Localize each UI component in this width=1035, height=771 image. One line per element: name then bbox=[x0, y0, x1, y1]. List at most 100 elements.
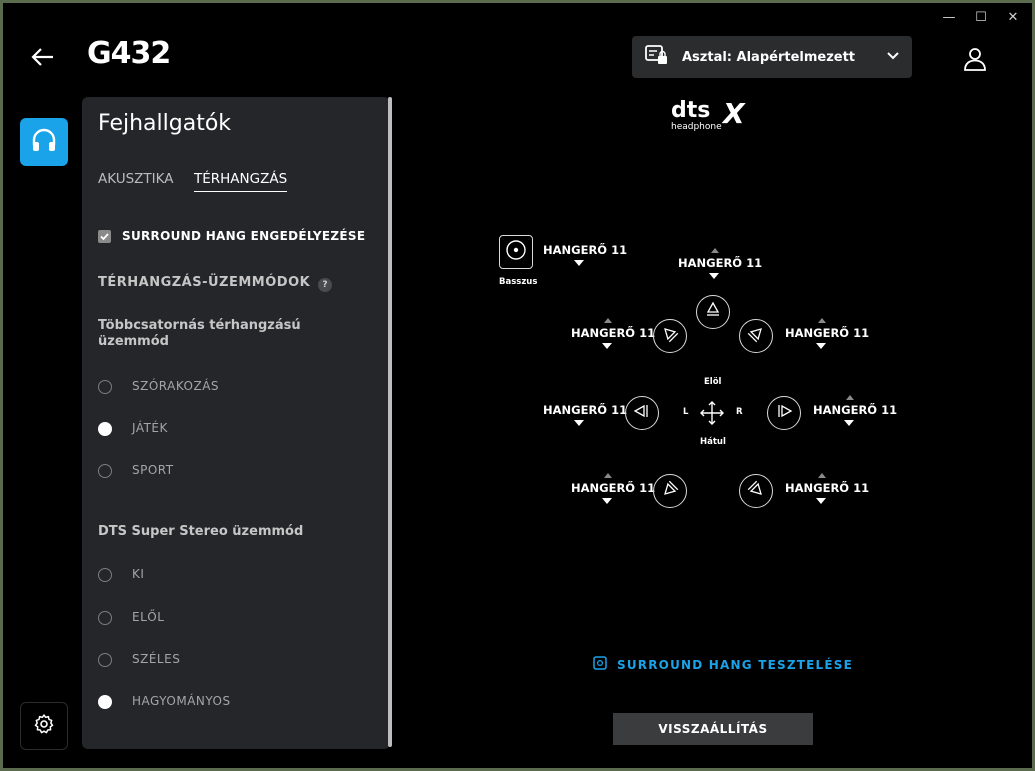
bass-volume-down[interactable] bbox=[574, 260, 584, 266]
left-label: L bbox=[683, 407, 689, 417]
dts-logo-subtext: headphone bbox=[671, 122, 722, 132]
radio-off[interactable] bbox=[98, 568, 112, 582]
dts-logo-x: X bbox=[721, 97, 746, 130]
rear-left-speaker-button[interactable] bbox=[653, 474, 687, 508]
radio-traditional[interactable] bbox=[98, 695, 112, 709]
front-label: Elöl bbox=[704, 377, 722, 387]
bass-volume-text: HANGERŐ 11 bbox=[543, 243, 628, 257]
test-surround-link[interactable]: SURROUND HANG TESZTELÉSE bbox=[593, 655, 853, 674]
radio-game[interactable] bbox=[98, 422, 112, 436]
minimize-button[interactable]: — bbox=[939, 9, 959, 27]
side-left-volume-text: HANGERŐ 11 bbox=[543, 403, 628, 417]
test-surround-label: SURROUND HANG TESZTELÉSE bbox=[617, 657, 853, 672]
desktop-profile-icon bbox=[644, 44, 668, 70]
surround-enable-checkbox[interactable] bbox=[98, 230, 111, 243]
speaker-cone-icon bbox=[703, 300, 723, 324]
chevron-down-icon bbox=[886, 48, 900, 67]
rear-right-volume: HANGERŐ 11 bbox=[785, 473, 875, 513]
center-volume-down[interactable] bbox=[709, 273, 719, 279]
surround-modes-heading: TÉRHANGZÁS-ÜZEMMÓDOK bbox=[98, 275, 311, 290]
speaker-cone-icon bbox=[660, 324, 680, 348]
speaker-cone-icon bbox=[746, 324, 766, 348]
rear-right-volume-text: HANGERŐ 11 bbox=[785, 481, 870, 495]
side-left-speaker-button[interactable] bbox=[625, 396, 659, 430]
device-title: G432 bbox=[87, 36, 171, 71]
center-speaker-button[interactable] bbox=[696, 295, 730, 329]
front-left-volume-text: HANGERŐ 11 bbox=[571, 326, 656, 340]
subwoofer-icon bbox=[504, 238, 528, 266]
speaker-test-icon bbox=[593, 655, 607, 674]
rear-left-volume-down[interactable] bbox=[602, 498, 612, 504]
center-volume-text: HANGERŐ 11 bbox=[678, 256, 763, 270]
settings-panel: Fejhallgatók AKUSZTIKA TÉRHANGZÁS SURROU… bbox=[82, 97, 390, 749]
rear-right-volume-up[interactable] bbox=[818, 473, 826, 478]
radio-traditional-label: HAGYOMÁNYOS bbox=[132, 694, 231, 708]
radio-front-label: ELŐL bbox=[132, 610, 165, 624]
profile-label: Asztal: Alapértelmezett bbox=[682, 49, 856, 65]
speaker-cone-icon bbox=[660, 479, 680, 503]
rear-left-volume-up[interactable] bbox=[604, 473, 612, 478]
tab-surround[interactable]: TÉRHANGZÁS bbox=[194, 171, 288, 192]
front-left-volume: HANGERŐ 11 bbox=[571, 318, 661, 358]
gear-icon bbox=[33, 713, 55, 739]
multichannel-heading: Többcsatornás térhangzású üzemmód bbox=[98, 318, 301, 349]
move-arrows-icon bbox=[699, 400, 725, 430]
side-right-speaker-button[interactable] bbox=[767, 396, 801, 430]
bass-label: Basszus bbox=[499, 277, 538, 287]
app-window: — ☐ ✕ G432 Asztal: Alapértelmezett Fejha… bbox=[3, 3, 1032, 768]
dts-stereo-heading: DTS Super Stereo üzemmód bbox=[98, 524, 304, 539]
front-right-volume: HANGERŐ 11 bbox=[785, 318, 875, 358]
tab-acoustics[interactable]: AKUSZTIKA bbox=[98, 171, 174, 191]
back-arrow-icon[interactable] bbox=[29, 43, 57, 71]
reset-button[interactable]: VISSZAÁLLÍTÁS bbox=[613, 713, 813, 745]
rear-right-volume-down[interactable] bbox=[816, 498, 826, 504]
rear-left-volume-text: HANGERŐ 11 bbox=[571, 481, 656, 495]
radio-wide-label: SZÉLES bbox=[132, 652, 181, 666]
front-left-speaker-button[interactable] bbox=[653, 319, 687, 353]
rear-left-volume: HANGERŐ 11 bbox=[571, 473, 661, 513]
radio-front[interactable] bbox=[98, 611, 112, 625]
speaker-cone-icon bbox=[746, 479, 766, 503]
settings-button[interactable] bbox=[20, 702, 68, 750]
close-button[interactable]: ✕ bbox=[1003, 9, 1023, 27]
rear-right-speaker-button[interactable] bbox=[739, 474, 773, 508]
front-left-volume-up[interactable] bbox=[604, 318, 612, 323]
side-left-volume: HANGERŐ 11 bbox=[543, 395, 633, 435]
front-right-volume-text: HANGERŐ 11 bbox=[785, 326, 870, 340]
panel-title: Fejhallgatók bbox=[98, 111, 232, 136]
dts-logo-text: dts bbox=[671, 98, 710, 123]
front-right-speaker-button[interactable] bbox=[739, 319, 773, 353]
radio-sport-label: SPORT bbox=[132, 463, 174, 477]
radio-game-label: JÁTÉK bbox=[132, 421, 168, 435]
side-right-volume-text: HANGERŐ 11 bbox=[813, 403, 898, 417]
panel-scrollbar[interactable] bbox=[388, 97, 392, 747]
bass-volume: HANGERŐ 11 bbox=[543, 235, 633, 275]
back-label: Hátul bbox=[700, 437, 726, 447]
center-volume-up[interactable] bbox=[711, 248, 719, 253]
user-icon[interactable] bbox=[961, 45, 989, 73]
radio-wide[interactable] bbox=[98, 653, 112, 667]
radio-sport[interactable] bbox=[98, 464, 112, 478]
speaker-cone-icon bbox=[774, 401, 794, 425]
front-right-volume-down[interactable] bbox=[816, 343, 826, 349]
headphones-nav-button[interactable] bbox=[20, 118, 68, 166]
speaker-cone-icon bbox=[632, 401, 652, 425]
center-volume: HANGERŐ 11 bbox=[678, 248, 768, 288]
help-icon[interactable]: ? bbox=[318, 278, 332, 292]
side-right-volume-up[interactable] bbox=[846, 395, 854, 400]
surround-enable-label: SURROUND HANG ENGEDÉLYEZÉSE bbox=[122, 229, 366, 243]
side-right-volume: HANGERŐ 11 bbox=[813, 395, 903, 435]
bass-speaker-button[interactable] bbox=[499, 235, 533, 269]
front-right-volume-up[interactable] bbox=[818, 318, 826, 323]
side-right-volume-down[interactable] bbox=[844, 420, 854, 426]
side-left-volume-down[interactable] bbox=[574, 420, 584, 426]
front-left-volume-down[interactable] bbox=[602, 343, 612, 349]
radio-entertainment[interactable] bbox=[98, 380, 112, 394]
radio-entertainment-label: SZÓRAKOZÁS bbox=[132, 379, 220, 393]
profile-dropdown[interactable]: Asztal: Alapértelmezett bbox=[632, 36, 912, 78]
radio-off-label: KI bbox=[132, 567, 145, 581]
dts-headphone-x-logo: dts X headphone bbox=[669, 97, 761, 133]
right-label: R bbox=[736, 407, 743, 417]
headphones-icon bbox=[30, 126, 58, 158]
maximize-button[interactable]: ☐ bbox=[971, 9, 991, 27]
